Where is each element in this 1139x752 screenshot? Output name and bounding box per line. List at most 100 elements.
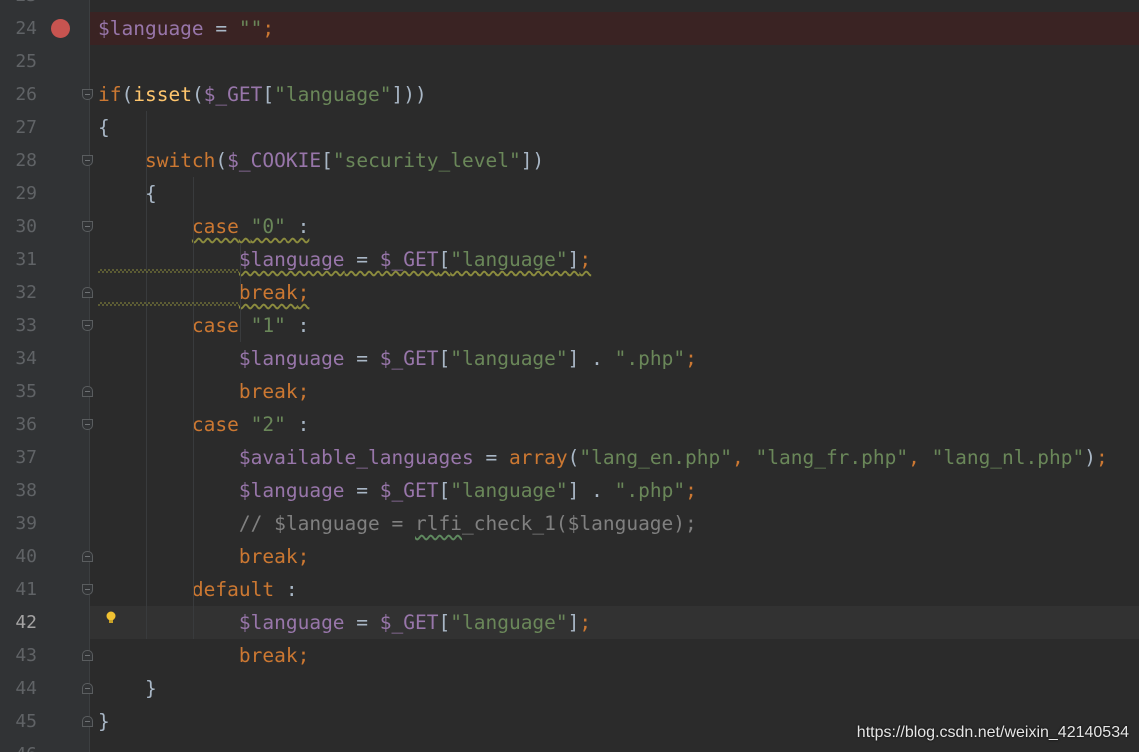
code-line[interactable]: case "1" :	[98, 309, 309, 342]
code-token: ;	[579, 611, 592, 634]
code-token: ;	[297, 644, 310, 667]
code-token: // $language =	[238, 512, 415, 535]
code-token: =	[344, 347, 380, 370]
code-token: $_COOKIE	[227, 149, 322, 172]
code-token: ;	[297, 380, 310, 403]
code-token: "2"	[250, 413, 286, 436]
code-line[interactable]: $language = $_GET["language"] . ".php";	[98, 474, 697, 507]
code-line[interactable]: {	[98, 111, 110, 144]
line-number-gutter[interactable]: 23 46 24 25 26 27 28 29 30 31 32 33 34 35 36 37 38 39 40 41…	[0, 0, 93, 752]
line-number: 34	[15, 348, 37, 369]
code-line[interactable]: switch($_COOKIE["security_level"])	[98, 144, 544, 177]
code-token: break	[238, 644, 298, 667]
code-token: _check_1($language);	[461, 512, 697, 535]
code-token: "1"	[250, 314, 286, 337]
code-line[interactable]: $available_languages = array("lang_en.ph…	[98, 441, 1108, 474]
watermark-text: https://blog.csdn.net/weixin_42140534	[856, 724, 1129, 741]
code-token: $_GET	[379, 347, 439, 370]
indent-guide	[193, 177, 194, 639]
code-token: ,	[908, 446, 932, 469]
code-line[interactable]: break;	[98, 375, 309, 408]
code-token: }	[98, 710, 110, 733]
code-token: $_GET	[379, 479, 439, 502]
code-text-area[interactable]: $language = ""; if(isset($_GET["language"…	[90, 0, 1139, 752]
line-number: 28	[15, 150, 37, 171]
code-token: :	[274, 578, 298, 601]
line-number: 46	[0, 738, 37, 752]
code-line[interactable]: $language = $_GET["language"];	[98, 606, 591, 639]
code-token: case	[191, 314, 239, 337]
code-token: =	[344, 611, 380, 634]
code-line[interactable]: case "2" :	[98, 408, 309, 441]
code-token: case	[191, 413, 239, 436]
code-token: {	[98, 182, 157, 205]
code-token: =	[344, 479, 380, 502]
code-token: rlfi	[415, 512, 462, 535]
code-line[interactable]: default :	[98, 573, 298, 606]
code-token: default	[191, 578, 275, 601]
code-token: switch	[144, 149, 216, 172]
code-token: }	[98, 677, 157, 700]
line-number: 38	[15, 480, 37, 501]
code-token: $_GET	[203, 83, 263, 106]
line-number: 45	[15, 711, 37, 732]
code-token: (	[567, 446, 580, 469]
code-token: ]	[567, 248, 580, 271]
code-line[interactable]: $language = $_GET["language"] . ".php";	[98, 342, 697, 375]
code-token: isset	[133, 83, 192, 106]
code-token: =	[473, 446, 509, 469]
indent-guide	[146, 111, 147, 639]
code-line[interactable]: break;	[98, 540, 309, 573]
code-token: ;	[685, 347, 697, 370]
code-line[interactable]: }	[98, 672, 157, 705]
code-token: break	[238, 380, 298, 403]
code-line[interactable]: {	[98, 177, 157, 210]
code-token: ]	[567, 611, 580, 634]
code-token: case	[191, 215, 239, 238]
line-number: 41	[15, 579, 37, 600]
code-token: "lang_en.php"	[579, 446, 733, 469]
code-line[interactable]: case "0" :	[98, 210, 309, 243]
code-token: "language"	[450, 248, 568, 271]
code-editor[interactable]: 23 46 24 25 26 27 28 29 30 31 32 33 34 35 36 37 38 39 40 41…	[0, 0, 1139, 752]
code-line[interactable]: // $language = rlfi_check_1($language);	[98, 507, 697, 540]
intention-bulb-icon[interactable]	[104, 610, 118, 626]
code-token: ] .	[567, 479, 615, 502]
code-line[interactable]: $language = "";	[98, 12, 274, 45]
code-token: (	[191, 83, 204, 106]
code-line[interactable]: break;	[98, 639, 309, 672]
warning-squiggle	[98, 302, 239, 306]
code-token: ])	[520, 149, 545, 172]
code-token: =	[344, 248, 380, 271]
code-line[interactable]: }	[98, 705, 110, 738]
code-token: :	[285, 215, 310, 238]
code-token: break	[238, 545, 298, 568]
code-token: ".php"	[614, 347, 686, 370]
breakpoint-icon[interactable]	[51, 19, 70, 38]
code-token: $language	[98, 17, 204, 40]
code-token: "lang_nl.php"	[931, 446, 1085, 469]
code-token: "language"	[450, 347, 568, 370]
line-number: 43	[15, 645, 37, 666]
code-token: [	[321, 149, 333, 172]
code-token: {	[98, 116, 110, 139]
code-line[interactable]: if(isset($_GET["language"]))	[98, 78, 427, 111]
line-number: 42	[15, 612, 37, 633]
warning-squiggle	[98, 269, 239, 273]
line-number: 39	[15, 513, 37, 534]
code-token: "language"	[450, 479, 568, 502]
line-number: 36	[15, 414, 37, 435]
code-token: array	[508, 446, 568, 469]
